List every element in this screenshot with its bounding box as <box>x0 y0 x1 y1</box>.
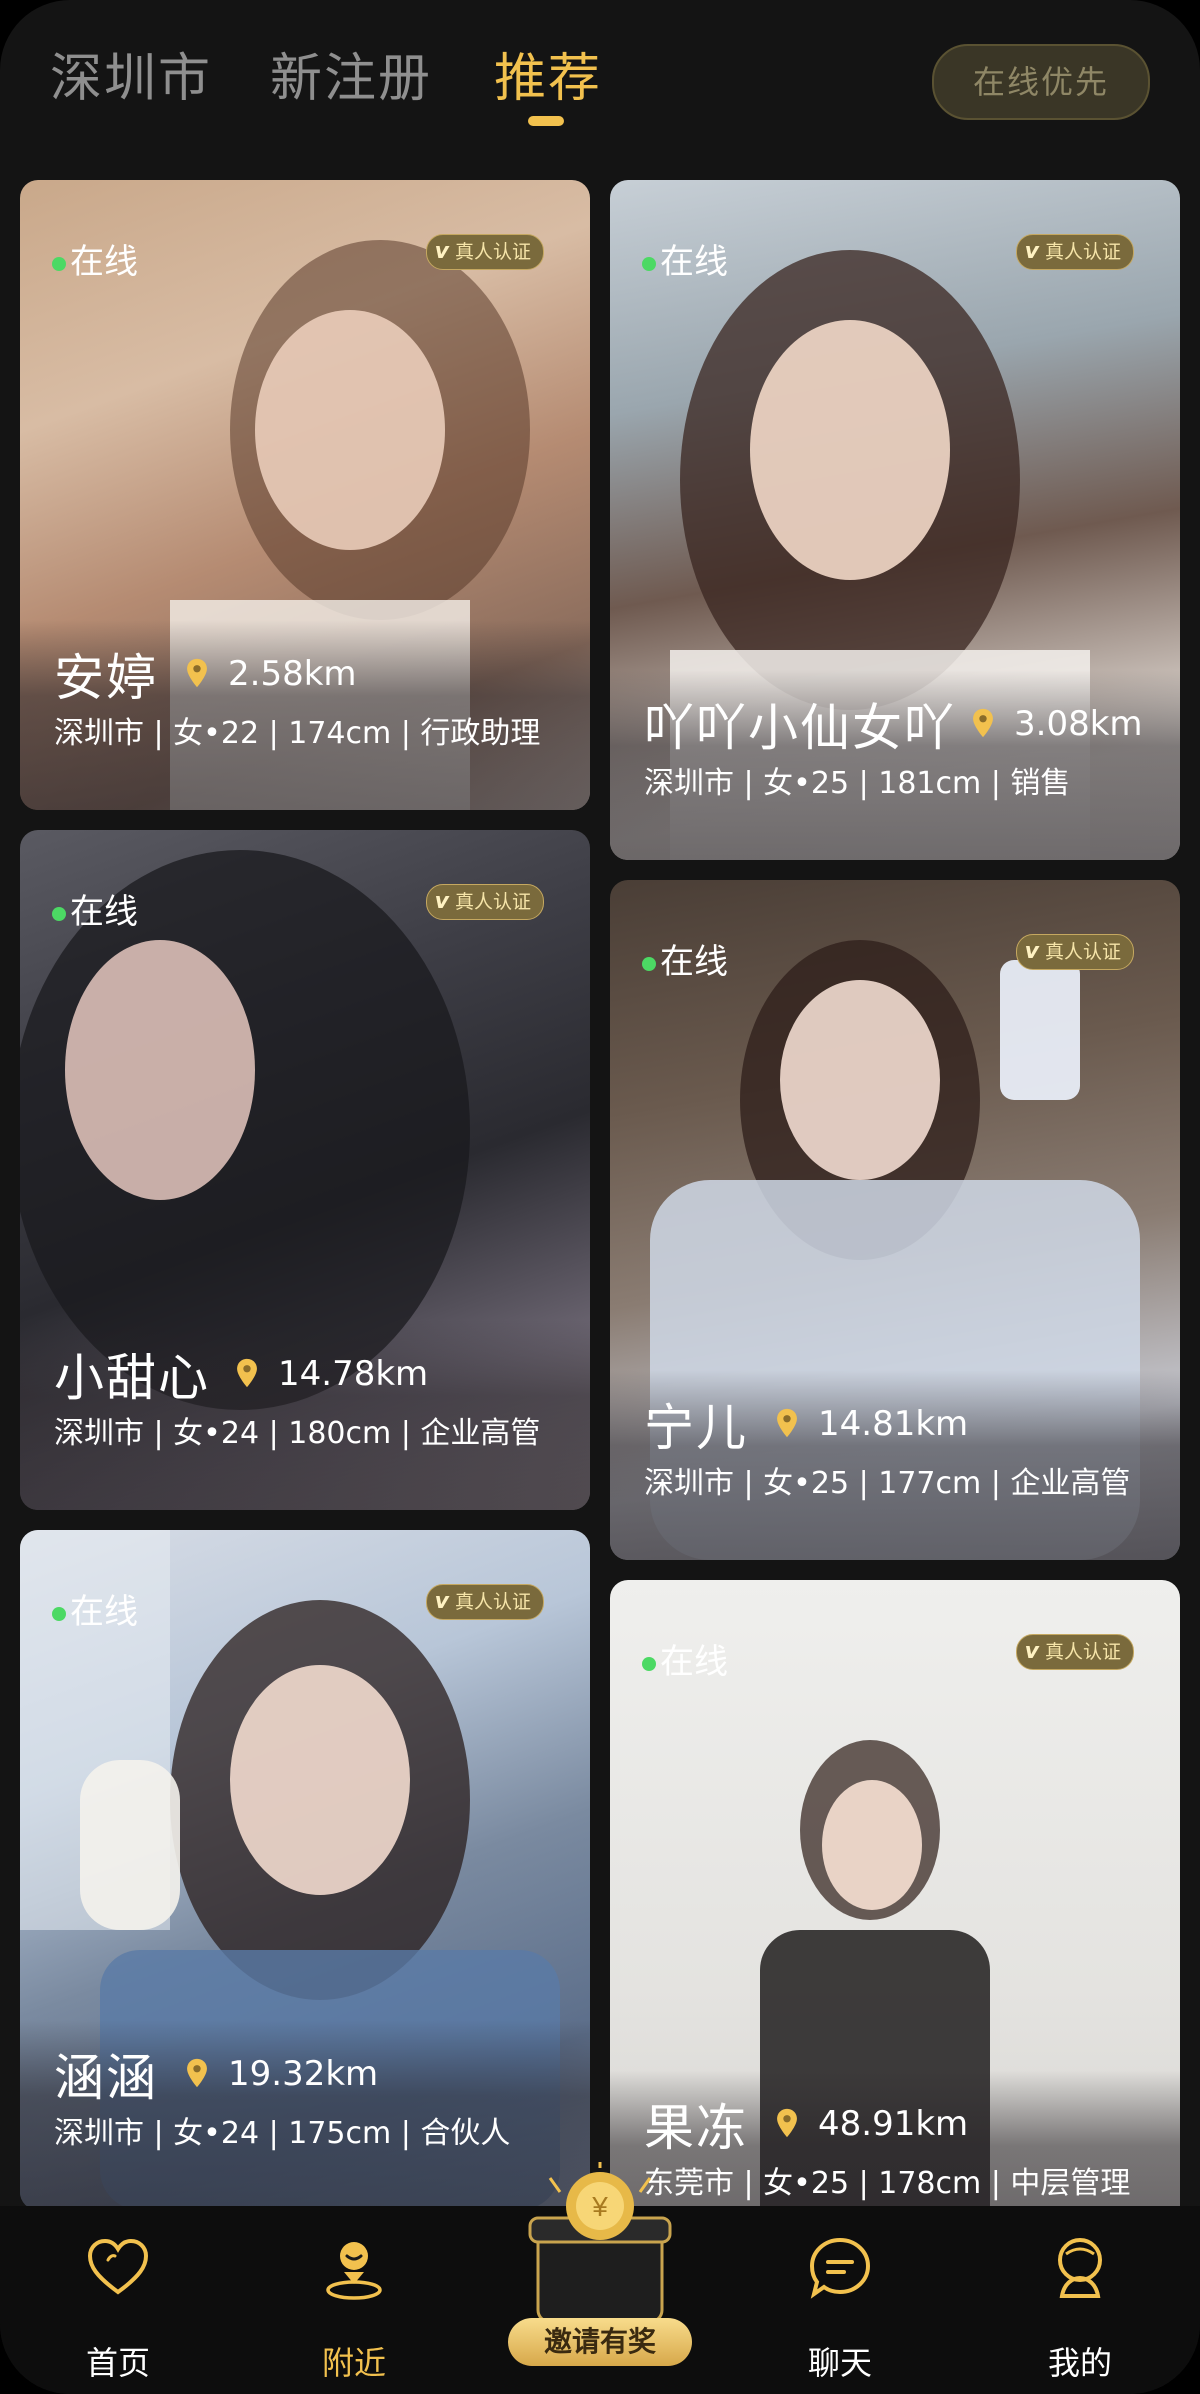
location-pin-icon <box>973 708 993 738</box>
nav-chat-label: 聊天 <box>807 2344 872 2382</box>
location-pin-icon <box>187 2058 207 2088</box>
verified-label: 真人认证 <box>1044 941 1121 963</box>
verified-v-icon: v <box>1024 239 1039 264</box>
online-status: 在线 <box>52 1584 138 1633</box>
heart-icon <box>87 2238 149 2295</box>
invite-reward-label: 邀请有奖 <box>508 2318 692 2366</box>
nav-mine-label: 我的 <box>1047 2344 1112 2382</box>
online-dot-icon <box>52 906 66 921</box>
profile-distance: 2.58km <box>228 654 357 694</box>
nav-chat[interactable]: 聊天 <box>770 2206 910 2394</box>
profile-name: 小甜心 <box>54 1349 210 1407</box>
online-status: 在线 <box>642 1634 728 1683</box>
online-dot-icon <box>52 1606 66 1621</box>
tab-recommend[interactable]: 推荐 <box>494 36 602 111</box>
tab-new-register[interactable]: 新注册 <box>270 36 432 111</box>
profile-distance: 19.32km <box>228 2054 379 2094</box>
profile-meta: 深圳市 | 女•25 | 177cm | 企业高管 <box>644 1466 1131 1501</box>
online-dot-icon <box>642 1656 656 1671</box>
profile-name: 宁儿 <box>644 1399 748 1457</box>
online-status: 在线 <box>52 884 138 933</box>
profile-meta: 深圳市 | 女•24 | 180cm | 企业高管 <box>54 1416 541 1451</box>
verified-v-icon: v <box>434 1589 449 1614</box>
online-label: 在线 <box>70 1592 138 1632</box>
profile-card[interactable]: 在线 v 真人认证 涵涵 19.32km 深圳市 | 女•24 | 175cm |… <box>20 1530 590 2210</box>
online-label: 在线 <box>70 892 138 932</box>
nav-nearby-label: 附近 <box>321 2344 386 2382</box>
nav-mine[interactable]: 我的 <box>1010 2206 1150 2394</box>
online-dot-icon <box>642 956 656 971</box>
online-status: 在线 <box>642 234 728 283</box>
profile-name: 涵涵 <box>54 2049 158 2107</box>
profile-card[interactable]: 在线 v 真人认证 安婷 2.58km 深圳市 | 女•22 | 174cm | … <box>20 180 590 810</box>
online-label: 在线 <box>70 242 138 282</box>
profile-card[interactable]: 在线 v 真人认证 宁儿 14.81km 深圳市 | 女•25 | 177cm |… <box>610 880 1180 1560</box>
online-label: 在线 <box>660 942 728 982</box>
verified-badge: v 真人认证 <box>425 884 544 920</box>
profile-distance: 14.81km <box>818 1404 969 1444</box>
profile-person-icon <box>1058 2238 1102 2298</box>
online-dot-icon <box>642 256 656 271</box>
profile-card[interactable]: 在线 v 真人认证 小甜心 14.78km 深圳市 | 女•24 | 180cm … <box>20 830 590 1510</box>
online-first-button[interactable]: 在线优先 <box>932 44 1150 120</box>
svg-text:¥: ¥ <box>591 2191 608 2222</box>
nav-home-label: 首页 <box>85 2344 150 2382</box>
verified-badge: v 真人认证 <box>425 1584 544 1620</box>
profile-name: 安婷 <box>54 649 158 707</box>
verified-label: 真人认证 <box>1044 1641 1121 1663</box>
verified-label: 真人认证 <box>454 1591 531 1613</box>
verified-label: 真人认证 <box>1044 241 1121 263</box>
nav-nearby[interactable]: 附近 <box>284 2206 424 2394</box>
profile-distance: 14.78km <box>278 1354 429 1394</box>
verified-v-icon: v <box>1024 939 1039 964</box>
online-status: 在线 <box>52 234 138 283</box>
verified-label: 真人认证 <box>454 891 531 913</box>
profile-meta: 东莞市 | 女•25 | 178cm | 中层管理 <box>644 2166 1131 2201</box>
location-pin-icon <box>237 1358 257 1388</box>
nav-home[interactable]: 首页 <box>48 2206 188 2394</box>
online-status: 在线 <box>642 934 728 983</box>
profile-meta: 深圳市 | 女•22 | 174cm | 行政助理 <box>54 716 541 751</box>
profile-distance: 48.91km <box>818 2104 969 2144</box>
profile-name: 吖吖小仙女吖 <box>644 699 956 757</box>
profile-name: 果冻 <box>644 2099 748 2157</box>
profile-distance: 3.08km <box>1014 704 1143 744</box>
location-pin-icon <box>187 658 207 688</box>
verified-v-icon: v <box>434 889 449 914</box>
verified-v-icon: v <box>434 239 449 264</box>
profile-card[interactable]: 在线 v 真人认证 吖吖小仙女吖 3.08km 深圳市 | 女•25 | 181c… <box>610 180 1180 860</box>
nearby-person-icon <box>326 2242 382 2300</box>
active-tab-indicator <box>528 116 564 126</box>
chat-bubble-icon <box>809 2237 871 2299</box>
verified-label: 真人认证 <box>454 241 531 263</box>
invite-reward-button[interactable]: ¥ 邀请有奖 <box>500 2162 700 2386</box>
profile-meta: 深圳市 | 女•24 | 175cm | 合伙人 <box>54 2116 511 2151</box>
profile-meta: 深圳市 | 女•25 | 181cm | 销售 <box>644 766 1071 801</box>
online-label: 在线 <box>660 242 728 282</box>
verified-v-icon: v <box>1024 1639 1039 1664</box>
verified-badge: v 真人认证 <box>1015 1634 1134 1670</box>
location-pin-icon <box>777 2108 797 2138</box>
online-dot-icon <box>52 256 66 271</box>
location-pin-icon <box>777 1408 797 1438</box>
verified-badge: v 真人认证 <box>1015 234 1134 270</box>
verified-badge: v 真人认证 <box>425 234 544 270</box>
tab-shenzhen[interactable]: 深圳市 <box>50 36 212 111</box>
verified-badge: v 真人认证 <box>1015 934 1134 970</box>
profile-card[interactable]: 在线 v 真人认证 果冻 48.91km 东莞市 | 女•25 | 178cm |… <box>610 1580 1180 2260</box>
online-label: 在线 <box>660 1642 728 1682</box>
gift-box-icon: ¥ <box>528 2162 672 2324</box>
bottom-nav: 首页 附近 ¥ 邀请有奖 聊天 我的 <box>0 2162 1200 2394</box>
app-screen: 深圳市 新注册 推荐 在线优先 在线 v 真人认证 安婷 2.58km 深圳市 |… <box>0 0 1200 2394</box>
